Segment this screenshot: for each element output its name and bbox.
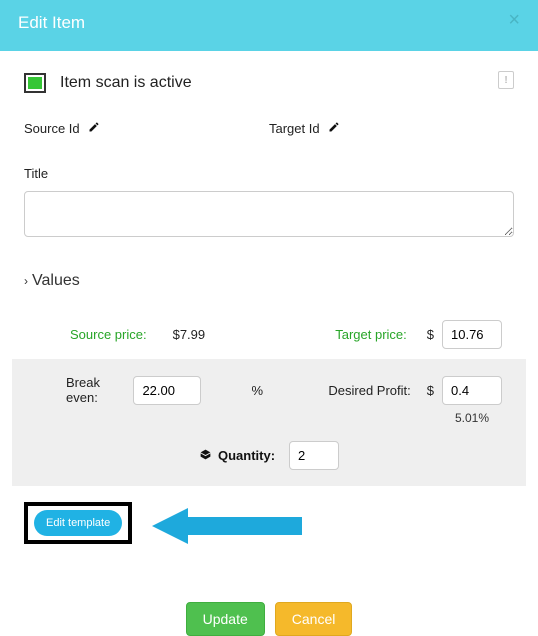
- target-price-input[interactable]: [442, 320, 502, 349]
- source-id-label: Source Id: [24, 121, 80, 136]
- edit-template-button[interactable]: Edit template: [34, 510, 122, 536]
- modal-title: Edit Item: [18, 13, 85, 32]
- desired-profit-input[interactable]: [442, 376, 502, 405]
- desired-profit-cell: Desired Profit: $: [263, 376, 514, 405]
- info-icon[interactable]: !: [498, 71, 514, 89]
- source-price-cell: Source price: $7.99: [24, 320, 286, 349]
- pencil-icon[interactable]: [88, 121, 100, 136]
- target-price-label: Target price:: [335, 327, 407, 342]
- chevron-right-icon: ›: [24, 274, 28, 288]
- title-input[interactable]: [24, 191, 514, 237]
- target-id-label: Target Id: [269, 121, 320, 136]
- cancel-button[interactable]: Cancel: [275, 602, 353, 636]
- source-id-cell: Source Id: [24, 121, 269, 136]
- status-indicator-icon: [24, 73, 46, 93]
- modal-header: Edit Item ×: [0, 0, 538, 51]
- modal-body: Item scan is active ! Source Id Target I…: [0, 51, 538, 636]
- status-row: Item scan is active !: [24, 73, 514, 93]
- break-even-label: Break even:: [66, 375, 125, 405]
- close-icon[interactable]: ×: [508, 10, 520, 30]
- status-text: Item scan is active: [60, 74, 192, 92]
- pencil-icon[interactable]: [328, 121, 340, 136]
- values-section-toggle[interactable]: › Values: [24, 272, 514, 290]
- desired-profit-label: Desired Profit:: [328, 383, 410, 398]
- target-id-cell: Target Id: [269, 121, 514, 136]
- source-price-value: $7.99: [173, 327, 206, 342]
- box-icon: [199, 448, 212, 464]
- source-price-label: Source price:: [70, 327, 147, 342]
- break-even-input[interactable]: [133, 376, 201, 405]
- profit-pct-value: 5.01%: [430, 411, 514, 425]
- grey-block: Break even: % Desired Profit: $ 5.01%: [12, 359, 526, 486]
- price-row: Source price: $7.99 Target price: $: [24, 314, 514, 359]
- edit-template-row: Edit template: [24, 502, 514, 544]
- target-price-cell: Target price: $: [286, 320, 514, 349]
- arrow-left-icon: [152, 508, 302, 549]
- quantity-input[interactable]: [289, 441, 339, 470]
- percent-unit: %: [251, 383, 263, 398]
- id-row: Source Id Target Id: [24, 121, 514, 136]
- quantity-row: Quantity:: [12, 433, 526, 474]
- highlight-frame: Edit template: [24, 502, 132, 544]
- update-button[interactable]: Update: [186, 602, 265, 636]
- quantity-label: Quantity:: [199, 448, 275, 464]
- values-heading: Values: [32, 272, 80, 290]
- values-area: Source price: $7.99 Target price: $ Brea…: [24, 314, 514, 544]
- modal-footer: Update Cancel: [24, 602, 514, 636]
- break-even-cell: Break even: %: [24, 375, 263, 405]
- currency-symbol: $: [427, 327, 434, 342]
- title-label: Title: [24, 166, 514, 181]
- currency-symbol: $: [427, 383, 434, 398]
